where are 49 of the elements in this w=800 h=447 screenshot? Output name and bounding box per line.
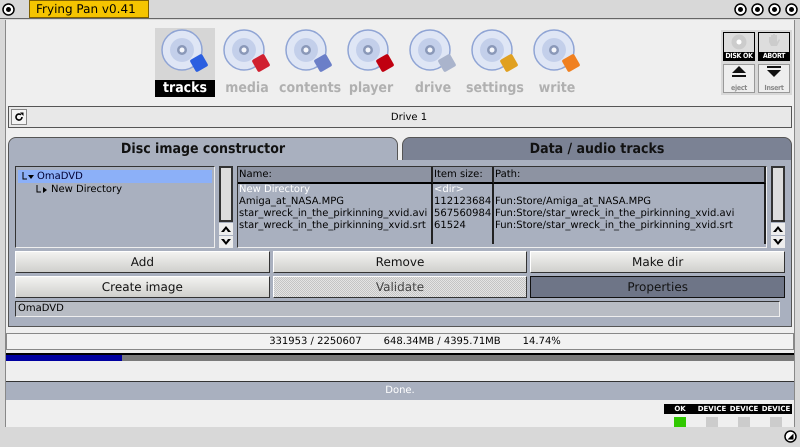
table-cell: star_wreck_in_the_pirkinning_xvid.avi [238, 208, 433, 220]
status-bar: Done. [6, 381, 794, 400]
action-button[interactable]: Create image [15, 276, 270, 298]
stats-text: 648.34MB / 4395.71MB [384, 336, 501, 348]
action-button[interactable]: Add [15, 250, 270, 273]
column-header[interactable]: Name: [238, 166, 433, 184]
scroll-down-icon[interactable] [219, 236, 233, 248]
eject-icon [732, 66, 746, 77]
scrollbar-thumb[interactable] [771, 166, 785, 222]
table-cell: Fun:Store/Amiga_at_NASA.MPG [494, 196, 766, 208]
table-cell: 112123684 [433, 196, 494, 208]
table-cell: Amiga_at_NASA.MPG [238, 196, 433, 208]
table-cell: New Directory [238, 184, 433, 196]
tree-item[interactable]: New Directory [18, 182, 212, 196]
scroll-up-icon[interactable] [219, 222, 233, 235]
toolbar-button[interactable]: tracks [155, 28, 215, 97]
stats-text: 331953 / 2250607 [269, 336, 362, 348]
table-cell: 567560984 [433, 208, 494, 220]
insert-icon [767, 66, 781, 77]
table-cell: star_wreck_in_the_pirkinning_xvid.srt [238, 220, 433, 232]
column-header[interactable]: Path: [494, 166, 766, 184]
expanded-arrow-icon[interactable] [22, 172, 35, 181]
resize-icon[interactable] [784, 430, 797, 443]
disc-icon [730, 34, 748, 50]
table-cell: 61524 [433, 220, 494, 232]
refresh-icon [14, 112, 24, 122]
scroll-up-icon[interactable] [771, 222, 785, 235]
action-button[interactable]: Make dir [530, 250, 785, 273]
window-title: Frying Pan v0.41 [29, 0, 149, 18]
stats-text: 14.74% [522, 336, 561, 348]
tab[interactable]: Data / audio tracks [402, 136, 792, 160]
drive-label: Drive 1 [390, 112, 428, 123]
hand-icon [768, 34, 780, 48]
close-icon[interactable] [2, 2, 15, 16]
table-cell: Fun:Store/star_wreck_in_the_pirkinning_xvid.srt [494, 220, 766, 232]
collapsed-arrow-icon[interactable] [36, 184, 49, 194]
tree-label: OmaDVD [37, 170, 83, 182]
scroll-down-icon[interactable] [771, 236, 785, 248]
scrollbar-thumb[interactable] [219, 166, 233, 222]
refresh-button[interactable] [11, 109, 27, 126]
action-button[interactable]: Remove [272, 250, 528, 273]
tree-label: New Directory [51, 184, 122, 195]
column-header[interactable]: Item size: [433, 166, 494, 184]
tree-item[interactable]: OmaDVD [18, 170, 212, 183]
table-cell: <dir> [433, 184, 494, 196]
tab[interactable]: Disc image constructor [8, 136, 398, 160]
table-cell: Fun:Store/star_wreck_in_the_pirkinning_xvid.avi [494, 208, 766, 220]
action-button[interactable]: Properties [530, 276, 785, 298]
name-field[interactable]: OmaDVD [15, 300, 780, 317]
